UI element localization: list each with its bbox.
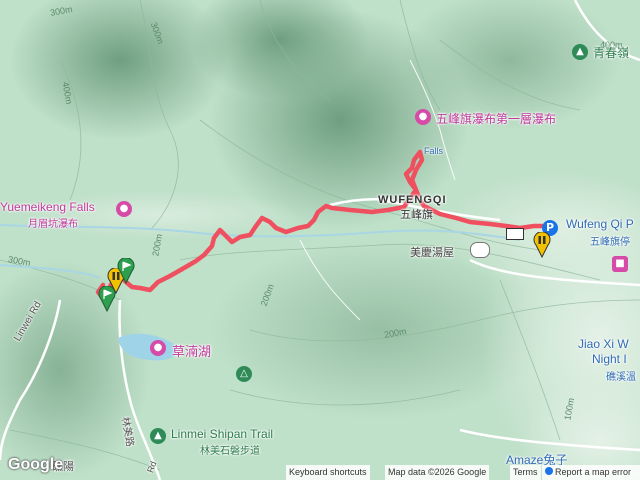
report-map-error-link[interactable]: Report a map error: [542, 465, 640, 480]
bed-icon[interactable]: ■: [612, 256, 628, 272]
map-canvas[interactable]: 300m 400m 300m 200m 200m 300m 400m 200m …: [0, 0, 640, 480]
poi-label-wufengqi-fall[interactable]: 五峰旗瀑布第一層瀑布: [436, 110, 556, 127]
poi-label-qingchun[interactable]: 青春嶺: [593, 44, 629, 61]
poi-sublabel-parking: 五峰旗停: [590, 237, 630, 248]
report-icon: [545, 467, 553, 475]
trail-label: Falls: [424, 146, 444, 156]
hiker-icon[interactable]: △: [236, 366, 252, 382]
camera-icon[interactable]: ●: [150, 340, 166, 356]
terms-link[interactable]: Terms: [510, 465, 541, 480]
poi-label-meiqing[interactable]: 美慶湯屋: [410, 244, 454, 260]
toilet-icon: [506, 228, 524, 240]
poi-label-parking[interactable]: Wufeng Qi P: [566, 217, 634, 231]
camera-icon[interactable]: ●: [116, 201, 132, 217]
flag-icon[interactable]: [98, 286, 116, 312]
flag-icon[interactable]: [117, 258, 135, 284]
area-label-wufengqi: WUFENGQI: [378, 194, 447, 206]
poi-sublabel-yuemeikeng: 月眉坑瀑布: [28, 219, 78, 230]
map-data-attribution: Map data ©2026 Google: [385, 465, 490, 480]
tree-icon[interactable]: ▲: [572, 44, 588, 60]
poi-label-caotihu[interactable]: 草湳湖: [172, 341, 211, 360]
google-logo: Google: [8, 456, 64, 473]
tree-icon[interactable]: ▲: [150, 428, 166, 444]
poi-label-jiaoxi[interactable]: Jiao Xi W: [578, 337, 629, 351]
poi-sublabel-jiaoxi: 礁溪溫: [606, 372, 636, 383]
pause-icon[interactable]: [533, 232, 551, 258]
poi-sublabel-linmei: 林美石磐步道: [200, 446, 260, 457]
poi-label-jiaoxi-2: Night I: [592, 352, 627, 366]
report-label: Report a map error: [555, 467, 632, 477]
poi-label-yuemeikeng[interactable]: Yuemeikeng Falls: [0, 200, 95, 214]
poi-label-linmei[interactable]: Linmei Shipan Trail: [171, 427, 273, 441]
area-sublabel-wufengqi: 五峰旗: [400, 209, 433, 221]
keyboard-shortcuts-link[interactable]: Keyboard shortcuts: [286, 465, 370, 480]
hotel-pill-icon[interactable]: [470, 242, 490, 258]
camera-icon[interactable]: ●: [415, 109, 431, 125]
